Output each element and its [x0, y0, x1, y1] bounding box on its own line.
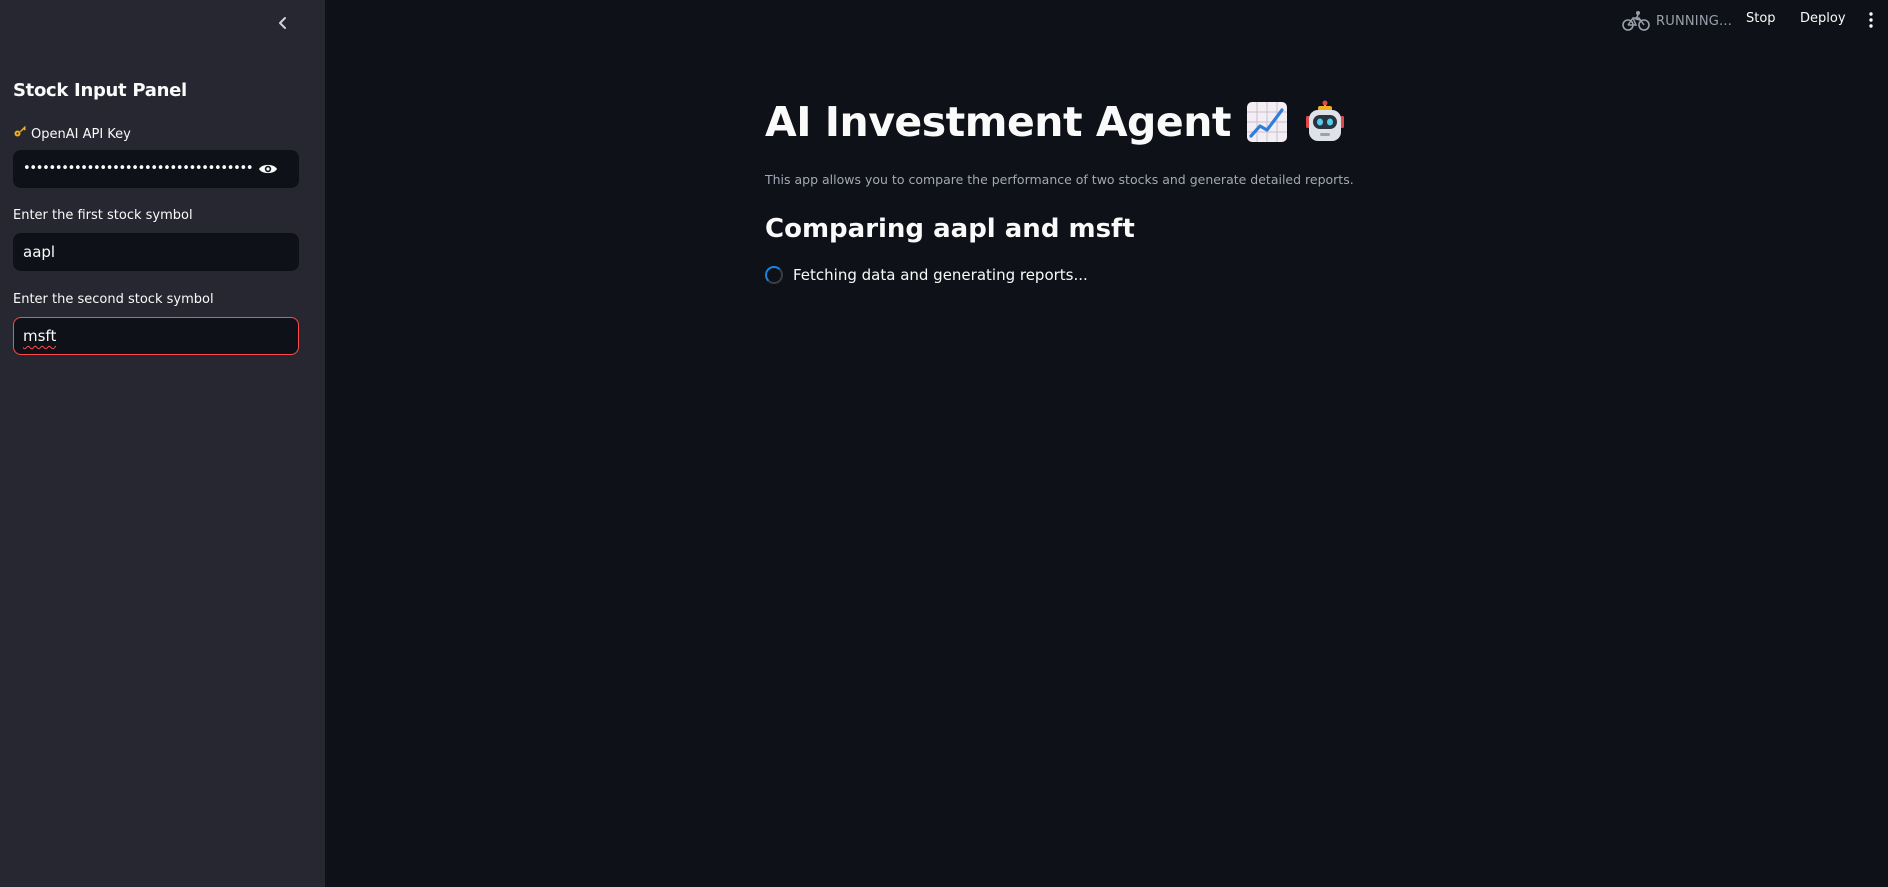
robot-icon	[1306, 100, 1345, 141]
api-key-label-row: OpenAI API Key	[13, 124, 131, 142]
page-title-row: AI Investment Agent	[765, 98, 1347, 146]
sidebar: Stock Input Panel OpenAI API Key •••••••…	[0, 0, 325, 887]
deploy-button[interactable]: Deploy	[1800, 11, 1846, 26]
eye-icon[interactable]	[258, 160, 278, 178]
running-status-text: RUNNING...	[1656, 13, 1733, 29]
running-status: RUNNING...	[1622, 10, 1732, 32]
page-title: AI Investment Agent	[765, 98, 1232, 146]
kebab-menu-icon[interactable]	[1864, 11, 1878, 29]
chevron-left-icon	[279, 17, 286, 29]
sidebar-title: Stock Input Panel	[13, 80, 187, 101]
page-subtitle: This app allows you to compare the perfo…	[765, 172, 1354, 187]
first-stock-value: aapl	[23, 243, 56, 261]
first-stock-input[interactable]: aapl	[13, 233, 299, 271]
api-key-masked-value: ••••••••••••••••••••••••••••••••••••••••…	[23, 161, 253, 176]
app-root: Stock Input Panel OpenAI API Key •••••••…	[0, 0, 1888, 887]
api-key-label: OpenAI API Key	[31, 127, 131, 142]
sidebar-collapse-button[interactable]	[272, 12, 294, 34]
second-stock-value: msft	[23, 327, 57, 345]
first-stock-label: Enter the first stock symbol	[13, 208, 193, 223]
second-stock-label: Enter the second stock symbol	[13, 292, 214, 307]
second-stock-input[interactable]: msft	[13, 317, 299, 355]
chart-increasing-icon	[1247, 102, 1288, 142]
key-icon	[13, 124, 27, 142]
spinner-text: Fetching data and generating reports...	[793, 266, 1088, 284]
comparison-heading: Comparing aapl and msft	[765, 214, 1135, 244]
loading-indicator: Fetching data and generating reports...	[765, 266, 1088, 284]
api-key-input[interactable]: ••••••••••••••••••••••••••••••••••••••••…	[13, 150, 299, 188]
stop-button[interactable]: Stop	[1746, 11, 1776, 26]
running-cyclist-icon	[1622, 11, 1650, 31]
spinner-icon	[765, 266, 783, 284]
